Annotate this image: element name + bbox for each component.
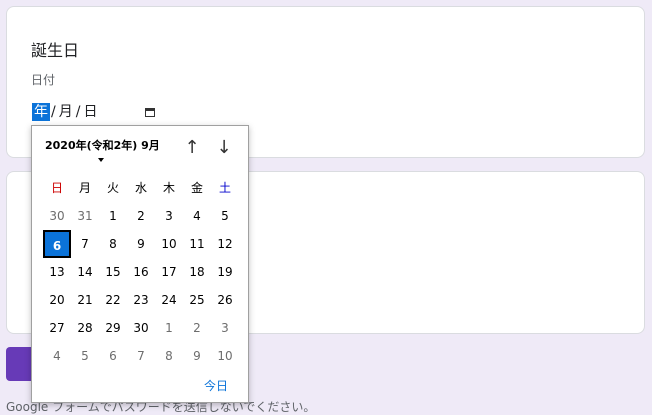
calendar-day[interactable]: 26 — [211, 286, 239, 314]
calendar-week-row: 30 31 1 2 3 4 5 — [43, 202, 239, 230]
calendar-day[interactable]: 1 — [155, 314, 183, 342]
date-input[interactable]: 年 / 月 / 日 — [32, 102, 156, 122]
calendar-day[interactable]: 8 — [99, 230, 127, 258]
calendar-day[interactable]: 28 — [71, 314, 99, 342]
calendar-day[interactable]: 7 — [127, 342, 155, 370]
calendar-day[interactable]: 13 — [43, 258, 71, 286]
calendar-week-row: 13 14 15 16 17 18 19 — [43, 258, 239, 286]
calendar-day[interactable]: 7 — [71, 230, 99, 258]
calendar-day[interactable]: 10 — [211, 342, 239, 370]
calendar-day[interactable]: 18 — [183, 258, 211, 286]
calendar-week-row: 4 5 6 7 8 9 10 — [43, 342, 239, 370]
month-year-label[interactable]: 2020年(令和2年) 9月 — [45, 137, 160, 153]
calendar-day[interactable]: 14 — [71, 258, 99, 286]
next-month-arrow-icon[interactable]: ↓ — [214, 138, 234, 158]
calendar-day[interactable]: 29 — [99, 314, 127, 342]
weekday-label: 水 — [134, 181, 147, 195]
calendar-day[interactable]: 21 — [71, 286, 99, 314]
weekday-label: 日 — [50, 181, 63, 195]
calendar-icon[interactable] — [145, 107, 156, 117]
calendar-day[interactable]: 17 — [155, 258, 183, 286]
question-subtitle: 日付 — [31, 73, 56, 87]
calendar-day[interactable]: 12 — [211, 230, 239, 258]
date-day-segment[interactable]: 日 — [81, 103, 99, 121]
calendar-day[interactable]: 22 — [99, 286, 127, 314]
calendar-day[interactable]: 8 — [155, 342, 183, 370]
calendar-day[interactable]: 1 — [99, 202, 127, 230]
calendar-day[interactable]: 5 — [211, 202, 239, 230]
date-month-segment[interactable]: 月 — [57, 103, 75, 121]
calendar-day[interactable]: 9 — [183, 342, 211, 370]
weekday-label: 土 — [218, 181, 231, 195]
calendar-day[interactable]: 19 — [211, 258, 239, 286]
calendar-day[interactable]: 31 — [71, 202, 99, 230]
date-year-segment[interactable]: 年 — [32, 103, 50, 121]
calendar-day-selected[interactable]: 6 — [43, 230, 71, 258]
weekday-label: 木 — [162, 181, 175, 195]
calendar-day[interactable]: 23 — [127, 286, 155, 314]
calendar-day[interactable]: 3 — [211, 314, 239, 342]
calendar-day[interactable]: 30 — [127, 314, 155, 342]
calendar-week-row: 27 28 29 30 1 2 3 — [43, 314, 239, 342]
calendar-day[interactable]: 15 — [99, 258, 127, 286]
weekday-label: 火 — [106, 181, 119, 195]
calendar-day[interactable]: 16 — [127, 258, 155, 286]
calendar-day[interactable]: 9 — [127, 230, 155, 258]
weekday-header-row: 日 月 火 水 木 金 土 — [43, 174, 239, 202]
calendar-day[interactable]: 24 — [155, 286, 183, 314]
month-dropdown-caret-icon[interactable] — [98, 158, 104, 162]
calendar-day[interactable]: 25 — [183, 286, 211, 314]
calendar-day[interactable]: 6 — [99, 342, 127, 370]
calendar-grid: 日 月 火 水 木 金 土 30 31 1 2 3 4 5 6 7 8 9 10… — [43, 174, 239, 370]
calendar-day[interactable]: 5 — [71, 342, 99, 370]
calendar-day[interactable]: 4 — [183, 202, 211, 230]
calendar-day[interactable]: 10 — [155, 230, 183, 258]
calendar-day[interactable]: 30 — [43, 202, 71, 230]
calendar-day[interactable]: 11 — [183, 230, 211, 258]
date-separator: / — [75, 104, 81, 120]
date-separator: / — [51, 104, 56, 120]
calendar-day[interactable]: 2 — [183, 314, 211, 342]
previous-month-arrow-icon[interactable]: ↑ — [182, 138, 202, 158]
question-title: 誕生日 — [31, 41, 80, 60]
today-button[interactable]: 今日 — [204, 377, 228, 394]
date-picker-popup: 2020年(令和2年) 9月 ↑ ↓ 日 月 火 水 木 金 土 30 31 1… — [31, 125, 249, 403]
calendar-day[interactable]: 27 — [43, 314, 71, 342]
calendar-week-row: 20 21 22 23 24 25 26 — [43, 286, 239, 314]
calendar-day[interactable]: 4 — [43, 342, 71, 370]
weekday-label: 金 — [190, 181, 203, 195]
weekday-label: 月 — [78, 181, 91, 195]
calendar-day[interactable]: 2 — [127, 202, 155, 230]
calendar-day[interactable]: 20 — [43, 286, 71, 314]
calendar-day[interactable]: 3 — [155, 202, 183, 230]
calendar-week-row: 6 7 8 9 10 11 12 — [43, 230, 239, 258]
